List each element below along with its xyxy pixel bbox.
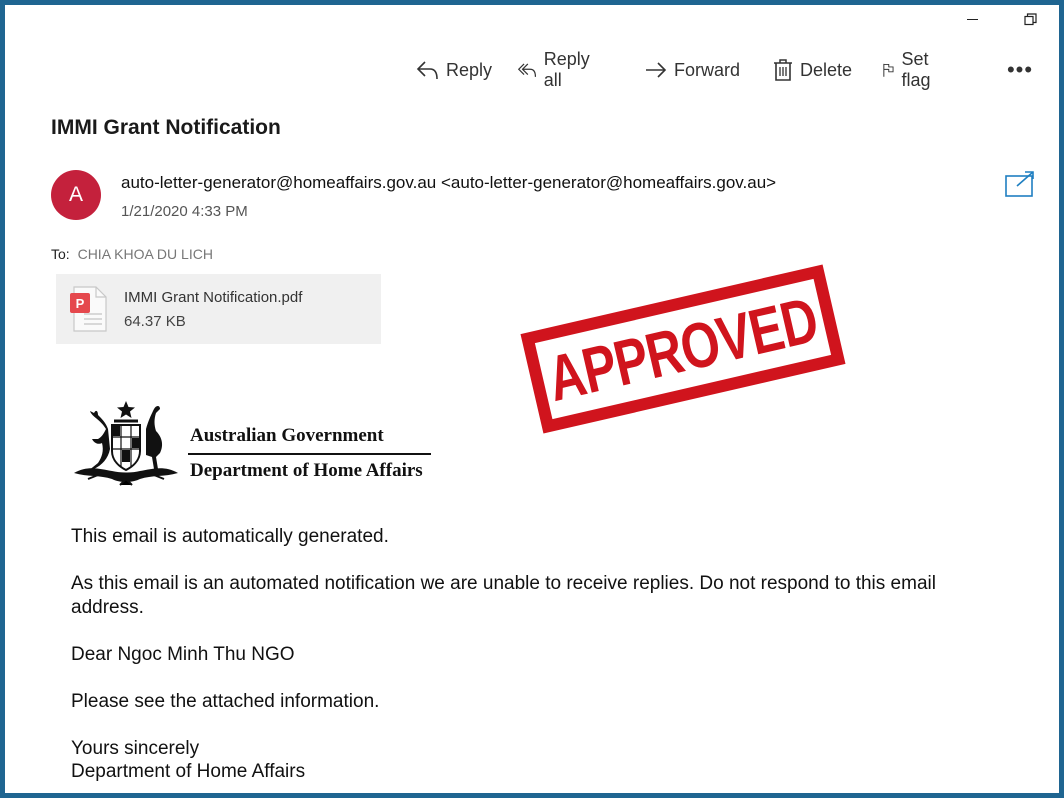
set-flag-button[interactable]: Set flag: [882, 49, 939, 90]
reply-icon: [416, 61, 438, 80]
restore-icon[interactable]: [1018, 8, 1042, 30]
svg-text:P: P: [76, 296, 85, 311]
avatar-letter: A: [68, 183, 83, 206]
body-greeting: Dear Ngoc Minh Thu NGO: [71, 643, 295, 665]
forward-icon: [646, 62, 667, 78]
body-paragraph-1: This email is automatically generated.: [71, 526, 389, 547]
gov-logo-department: Department of Home Affairs: [190, 460, 423, 481]
attachment-card[interactable]: P IMMI Grant Notification.pdf 64.37 KB: [56, 274, 381, 344]
avatar: A: [51, 170, 101, 220]
delete-label: Delete: [800, 59, 853, 80]
message-date: 1/21/2020 4:33 PM: [121, 203, 248, 220]
message-subject: IMMI Grant Notification: [51, 116, 281, 139]
trash-icon: [774, 59, 792, 81]
reply-all-label: Reply all: [543, 49, 590, 90]
gov-logo-title: Australian Government: [190, 425, 384, 446]
body-signoff: Yours sincerely: [71, 737, 200, 759]
recipient-name[interactable]: CHIA KHOA DU LICH: [78, 246, 213, 262]
reply-all-icon: [518, 63, 537, 77]
body-paragraph-3: Please see the attached information.: [71, 690, 380, 712]
reply-all-button[interactable]: Reply all: [518, 49, 596, 90]
forward-button[interactable]: Forward: [644, 54, 740, 86]
flag-icon: [883, 63, 894, 77]
sender-name[interactable]: auto-letter-generator@homeaffairs.gov.au: [121, 173, 436, 192]
forward-label: Forward: [674, 59, 741, 80]
delete-button[interactable]: Delete: [772, 54, 852, 86]
body-paragraph-2: As this email is an automated notificati…: [71, 573, 936, 618]
logo-divider: [188, 453, 431, 455]
more-icon: •••: [1006, 57, 1034, 82]
set-flag-label: Set flag: [901, 49, 931, 90]
sender-line[interactable]: auto-letter-generator@homeaffairs.gov.au…: [121, 173, 776, 193]
popout-icon[interactable]: [1004, 170, 1036, 203]
reply-button[interactable]: Reply: [416, 54, 492, 86]
message-body: This email is automatically generated. A…: [71, 525, 1001, 784]
coat-of-arms-icon: [68, 399, 184, 492]
sender-email: <auto-letter-generator@homeaffairs.gov.a…: [440, 173, 777, 192]
more-options-button[interactable]: •••: [1006, 54, 1034, 86]
attachment-size: 64.37 KB: [124, 313, 186, 330]
recipients-row: To: CHIA KHOA DU LICH: [51, 246, 213, 262]
minimize-icon[interactable]: [960, 8, 984, 30]
pdf-file-icon: P: [70, 285, 110, 338]
reply-label: Reply: [446, 59, 493, 80]
to-label: To:: [51, 246, 70, 262]
body-signature: Department of Home Affairs: [71, 761, 306, 782]
attachment-name: IMMI Grant Notification.pdf: [124, 289, 303, 306]
